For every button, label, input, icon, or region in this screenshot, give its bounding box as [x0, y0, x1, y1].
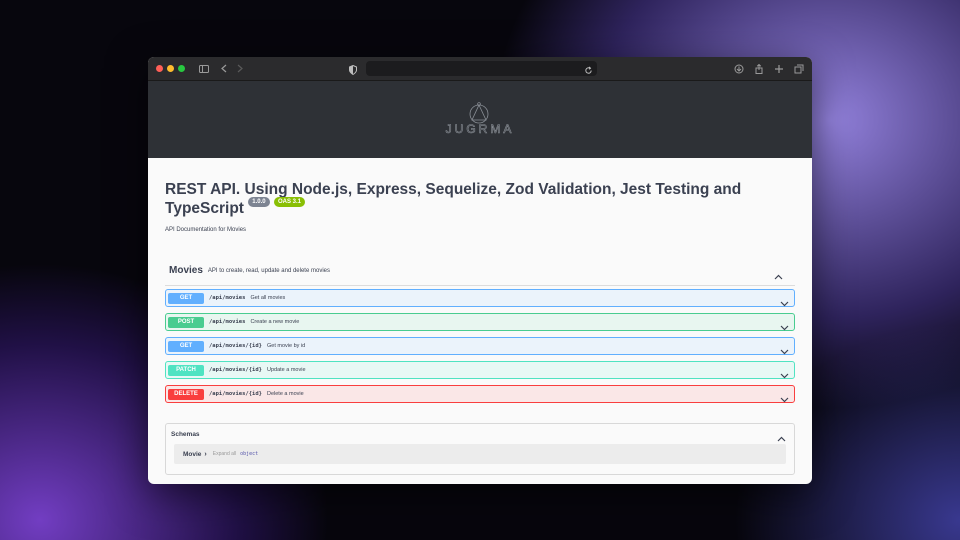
chevron-down-icon[interactable] — [780, 390, 789, 408]
operation-path: /api/movies/{id} — [209, 367, 262, 373]
schemas-header[interactable]: Schemas — [166, 424, 794, 444]
back-icon[interactable] — [217, 62, 231, 76]
api-title: REST API. Using Node.js, Express, Sequel… — [165, 180, 785, 218]
tag-name: Movies — [169, 265, 203, 276]
info-section: REST API. Using Node.js, Express, Sequel… — [165, 180, 795, 233]
operation-post-movies[interactable]: POST /api/movies Create a new movie — [165, 313, 795, 331]
tab-overview-icon[interactable] — [792, 62, 806, 76]
chevron-down-icon[interactable] — [780, 366, 789, 384]
share-icon[interactable] — [752, 62, 766, 76]
swagger-content: REST API. Using Node.js, Express, Sequel… — [148, 180, 812, 475]
model-name: Movie — [183, 450, 202, 458]
model-type: object — [240, 451, 259, 457]
sidebar-toggle-icon[interactable] — [197, 62, 211, 76]
privacy-shield-icon[interactable] — [349, 62, 357, 80]
browser-window: JUGRMA REST API. Using Node.js, Express,… — [148, 57, 812, 484]
forward-icon[interactable] — [233, 62, 247, 76]
reload-icon[interactable] — [584, 62, 593, 80]
operation-path: /api/movies — [209, 319, 246, 325]
operation-get-movie-by-id[interactable]: GET /api/movies/{id} Get movie by id — [165, 337, 795, 355]
maximize-window-button[interactable] — [178, 65, 185, 72]
expand-all-link[interactable]: Expand all — [213, 451, 236, 457]
chevron-down-icon[interactable] — [780, 318, 789, 336]
operation-path: /api/movies — [209, 295, 246, 301]
method-badge: POST — [168, 316, 204, 328]
new-tab-icon[interactable] — [772, 62, 786, 76]
operation-path: /api/movies/{id} — [209, 391, 262, 397]
oas-badge: OAS 3.1 — [273, 197, 305, 207]
tag-movies-header[interactable]: Movies API to create, read, update and d… — [165, 262, 795, 286]
minimize-window-button[interactable] — [167, 65, 174, 72]
chevron-down-icon[interactable] — [780, 342, 789, 360]
schemas-section: Schemas Movie › Expand all object — [165, 423, 795, 475]
operation-summary: Update a movie — [266, 367, 306, 373]
close-window-button[interactable] — [156, 65, 163, 72]
tag-description: API to create, read, update and delete m… — [207, 267, 330, 274]
schemas-title: Schemas — [171, 430, 200, 438]
operation-summary: Create a new movie — [250, 319, 300, 325]
method-badge: DELETE — [168, 388, 204, 400]
download-icon[interactable] — [732, 62, 746, 76]
chevron-up-icon[interactable] — [774, 267, 783, 285]
address-bar[interactable] — [366, 61, 597, 76]
chevron-down-icon[interactable] — [780, 294, 789, 312]
expand-arrow-icon[interactable]: › — [204, 451, 206, 458]
chevron-up-icon[interactable] — [777, 429, 786, 447]
version-badge: 1.0.0 — [248, 197, 270, 207]
operation-patch-movie[interactable]: PATCH /api/movies/{id} Update a movie — [165, 361, 795, 379]
brand-logo: JUGRMA — [445, 101, 515, 136]
operation-summary: Get movie by id — [266, 343, 306, 349]
operation-delete-movie[interactable]: DELETE /api/movies/{id} Delete a movie — [165, 385, 795, 403]
operation-get-movies[interactable]: GET /api/movies Get all movies — [165, 289, 795, 307]
method-badge: PATCH — [168, 364, 204, 376]
header-banner: JUGRMA — [148, 81, 812, 158]
operation-summary: Delete a movie — [266, 391, 304, 397]
operation-path: /api/movies/{id} — [209, 343, 262, 349]
logo-text: JUGRMA — [446, 122, 515, 136]
model-movie[interactable]: Movie › Expand all object — [174, 444, 786, 464]
browser-titlebar — [148, 57, 812, 81]
operations-list: GET /api/movies Get all movies POST /api… — [165, 289, 795, 403]
method-badge: GET — [168, 340, 204, 352]
operation-summary: Get all movies — [250, 295, 286, 301]
method-badge: GET — [168, 292, 204, 304]
api-description: API Documentation for Movies — [165, 227, 247, 233]
